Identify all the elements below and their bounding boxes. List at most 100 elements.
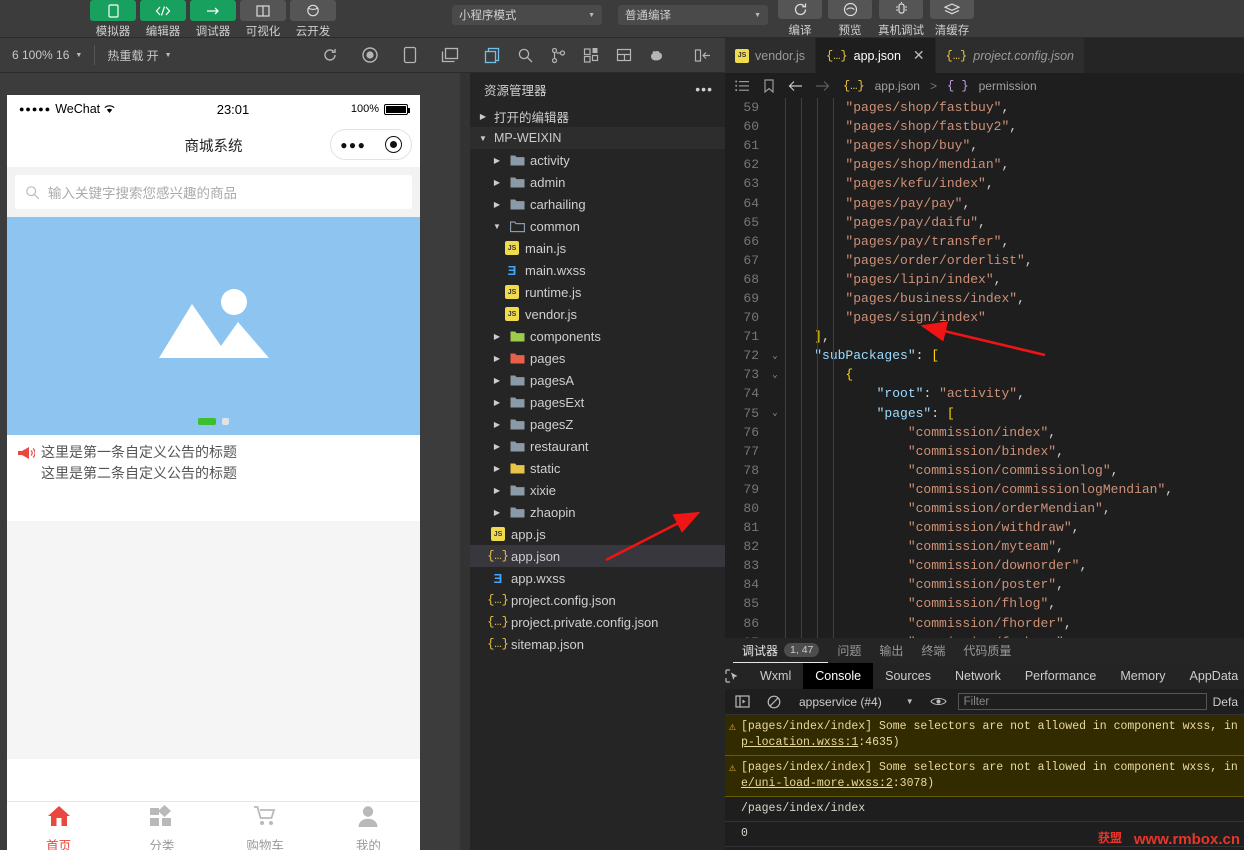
tree-folder[interactable]: ▶ pagesZ (470, 413, 725, 435)
devtools-tab-wxml[interactable]: Wxml (748, 663, 803, 689)
more-menu-icon[interactable]: ●●● (340, 138, 366, 152)
collapse-panel-icon[interactable] (686, 40, 719, 70)
breadcrumb-symbol[interactable]: permission (979, 79, 1037, 93)
wechat-capsule-buttons[interactable]: ●●● (330, 129, 412, 160)
open-editors-section[interactable]: ▶ 打开的编辑器 (470, 105, 725, 127)
console-log-entry[interactable]: ⚠ [pages/index/index] Some selectors are … (725, 756, 1244, 797)
tree-file[interactable]: JS app.js (470, 523, 725, 545)
editor-tab[interactable]: {…} project.config.json (935, 38, 1086, 73)
code-line[interactable]: 75 ⌄ "pages": [ (725, 404, 1244, 423)
devtools-tab-performance[interactable]: Performance (1013, 663, 1109, 689)
code-line[interactable]: 73 ⌄ { (725, 365, 1244, 384)
tabbar-item-2[interactable]: 分类 (110, 802, 213, 850)
code-line[interactable]: 77 "commission/bindex", (725, 442, 1244, 461)
toolbar-action-3[interactable]: 真机调试 (878, 0, 924, 38)
back-arrow-icon[interactable] (787, 77, 804, 94)
code-line[interactable]: 81 "commission/withdraw", (725, 518, 1244, 537)
code-line[interactable]: 71 ], (725, 327, 1244, 346)
console-sidebar-icon[interactable] (729, 692, 755, 712)
toolbar-action-1[interactable]: 编译 (778, 0, 822, 38)
code-line[interactable]: 68 "pages/lipin/index", (725, 270, 1244, 289)
tree-folder[interactable]: ▶ static (470, 457, 725, 479)
fold-chevron-icon[interactable]: ⌄ (767, 408, 783, 418)
tree-folder[interactable]: ▶ pagesA (470, 369, 725, 391)
console-eye-icon[interactable] (926, 692, 952, 712)
fold-chevron-icon[interactable]: ⌄ (767, 351, 783, 361)
code-line[interactable]: 82 "commission/myteam", (725, 537, 1244, 556)
console-log-link[interactable]: e/uni-load-more.wxss:2 (741, 777, 893, 790)
console-log-link[interactable]: p-location.wxss:1 (741, 736, 858, 749)
tree-folder[interactable]: ▶ pagesExt (470, 391, 725, 413)
element-picker-icon[interactable] (725, 663, 740, 689)
code-line[interactable]: 64 "pages/pay/pay", (725, 193, 1244, 212)
code-line[interactable]: 65 "pages/pay/daifu", (725, 213, 1244, 232)
toolbar-tool-3[interactable]: 调试器 (188, 0, 238, 39)
console-level-select[interactable]: Defa (1213, 695, 1240, 709)
simulator-record-icon[interactable] (350, 38, 390, 73)
notice-bar[interactable]: 这里是第一条自定义公告的标题 这里是第二条自定义公告的标题 (7, 435, 420, 521)
code-line[interactable]: 63 "pages/kefu/index", (725, 174, 1244, 193)
hot-reload-select[interactable]: 热重载 开 ▼ (95, 38, 183, 73)
debug-tab[interactable]: 代码质量 (954, 638, 1020, 663)
code-line[interactable]: 69 "pages/business/index", (725, 289, 1244, 308)
code-line[interactable]: 66 "pages/pay/transfer", (725, 232, 1244, 251)
swiper-dot[interactable] (222, 418, 229, 425)
code-line[interactable]: 76 "commission/index", (725, 423, 1244, 442)
code-line[interactable]: 79 "commission/commissionlogMendian", (725, 480, 1244, 499)
devtools-tab-network[interactable]: Network (943, 663, 1013, 689)
list-icon[interactable] (733, 77, 750, 94)
tabbar-item-3[interactable]: 购物车 (214, 802, 317, 850)
code-line[interactable]: 70 "pages/sign/index" (725, 308, 1244, 327)
toolbar-tool-5[interactable]: 云开发 (288, 0, 338, 39)
code-line[interactable]: 61 "pages/shop/buy", (725, 136, 1244, 155)
project-root-section[interactable]: ▼ MP-WEIXIN (470, 127, 725, 149)
tree-folder[interactable]: ▶ xixie (470, 479, 725, 501)
code-line[interactable]: 86 "commission/fhorder", (725, 614, 1244, 633)
mode-select[interactable]: 小程序模式 ▼ (452, 5, 602, 25)
tree-file[interactable]: JS vendor.js (470, 303, 725, 325)
code-line[interactable]: 67 "pages/order/orderlist", (725, 251, 1244, 270)
breadcrumb-file[interactable]: app.json (875, 79, 920, 93)
toolbar-tool-1[interactable]: 模拟器 (88, 0, 138, 39)
tree-file[interactable]: Ǝapp.wxss (470, 567, 725, 589)
fold-chevron-icon[interactable]: ⌄ (767, 370, 783, 380)
explorer-more-icon[interactable]: ••• (695, 81, 713, 97)
devtools-tab-memory[interactable]: Memory (1108, 663, 1177, 689)
explorer-icon[interactable] (476, 40, 509, 70)
tree-file[interactable]: {…} project.private.config.json (470, 611, 725, 633)
tree-file[interactable]: JS main.js (470, 237, 725, 259)
code-line[interactable]: 62 "pages/shop/mendian", (725, 155, 1244, 174)
tree-folder[interactable]: ▶ activity (470, 149, 725, 171)
tabbar-item-1[interactable]: 首页 (7, 802, 110, 850)
code-line[interactable]: 74 "root": "activity", (725, 384, 1244, 403)
code-line[interactable]: 80 "commission/orderMendian", (725, 499, 1244, 518)
device-select[interactable]: 6 100% 16 ▼ (0, 38, 94, 73)
debug-tab[interactable]: 输出 (870, 638, 912, 663)
tree-file[interactable]: JS runtime.js (470, 281, 725, 303)
console-log-entry[interactable]: ⚠/pages/index/index (725, 797, 1244, 822)
toolbar-action-2[interactable]: 预览 (828, 0, 872, 38)
swiper-dot-active[interactable] (198, 418, 216, 425)
tree-file[interactable]: Ǝmain.wxss (470, 259, 725, 281)
tree-folder[interactable]: ▶ carhailing (470, 193, 725, 215)
compile-select[interactable]: 普通编译 ▼ (618, 5, 768, 25)
forward-arrow-icon[interactable] (814, 77, 831, 94)
debug-tab[interactable]: 问题 (828, 638, 870, 663)
tree-file[interactable]: {…} project.config.json (470, 589, 725, 611)
code-line[interactable]: 85 "commission/fhlog", (725, 594, 1244, 613)
outline-icon[interactable] (608, 40, 641, 70)
code-line[interactable]: 78 "commission/commissionlog", (725, 461, 1244, 480)
editor-tab[interactable]: JS vendor.js (725, 38, 817, 73)
tree-folder[interactable]: ▼ common (470, 215, 725, 237)
bookmark-icon[interactable] (760, 77, 777, 94)
tree-folder[interactable]: ▶ zhaopin (470, 501, 725, 523)
simulator-device-icon[interactable] (390, 38, 430, 73)
tree-file[interactable]: {…} app.json (470, 545, 725, 567)
devtools-tab-appdata[interactable]: AppData (1178, 663, 1244, 689)
code-line[interactable]: 60 "pages/shop/fastbuy2", (725, 117, 1244, 136)
tree-folder[interactable]: ▶ admin (470, 171, 725, 193)
tree-folder[interactable]: ▶ pages (470, 347, 725, 369)
console-context-select[interactable]: appservice (#4) ▼ (793, 695, 920, 709)
devtools-tab-sources[interactable]: Sources (873, 663, 943, 689)
docker-icon[interactable] (641, 40, 674, 70)
